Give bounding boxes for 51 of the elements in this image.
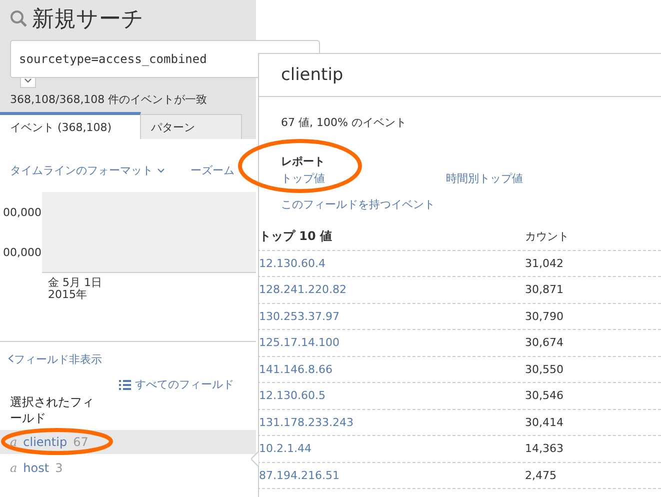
hide-fields-link[interactable]: フィールド非表示 (0, 352, 256, 367)
field-count: 67 (73, 435, 88, 449)
list-icon (119, 380, 131, 390)
timeline-format-link[interactable]: タイムラインのフォーマット (10, 163, 164, 178)
report-link[interactable]: このフィールドを持つイベント (281, 197, 446, 212)
table-cell-text: 30,871 (525, 283, 564, 296)
all-fields-link[interactable]: すべてのフィールド (135, 377, 234, 392)
search-icon (10, 10, 28, 28)
value-link[interactable]: 130.253.37.97 (259, 310, 525, 323)
table-cell-text: 30,550 (525, 362, 564, 376)
year-label: 2015年 (48, 289, 88, 301)
column-header: カウント (525, 229, 570, 244)
event-count: 368,108/368,108 件のイベントが一致 (10, 92, 208, 107)
table-cell-text: 30,546 (525, 389, 564, 402)
table-cell-text: 14,363 (525, 442, 564, 456)
report-link[interactable]: 時間別トップ値 (446, 171, 661, 186)
table-cell-text: 31,042 (525, 256, 564, 270)
value-link[interactable]: 10.2.1.44 (259, 442, 525, 456)
field-name: clientip (23, 435, 68, 449)
tab[interactable]: パターン (141, 114, 242, 139)
popup-title: clientip (259, 54, 661, 97)
reports-heading: レポート (281, 154, 326, 169)
field-type: a (10, 435, 18, 449)
zoom-link[interactable]: ーズーム (190, 163, 234, 178)
value-link[interactable]: 12.130.60.5 (259, 389, 525, 402)
caret-icon (156, 168, 164, 174)
section-heading: 選択されたフィールド (9, 394, 95, 426)
field-count: 3 (55, 461, 63, 475)
field-summary: 67 値, 100% のイベント (281, 115, 408, 130)
table-cell-text: 30,790 (525, 310, 564, 323)
value-link[interactable]: 125.17.14.100 (259, 336, 525, 350)
table-cell-text: 30,414 (525, 416, 564, 429)
report-link[interactable]: トップ値 (281, 171, 446, 186)
axis-label: 00,000 (2, 246, 42, 258)
field-name: host (23, 461, 50, 475)
chevron-left-icon (8, 354, 14, 363)
caret-icon (24, 78, 32, 84)
value-link[interactable]: 87.194.216.51 (259, 468, 525, 482)
expand-button[interactable] (20, 78, 36, 88)
table-cell-text: 30,674 (525, 336, 564, 350)
value-link[interactable]: 128.241.220.82 (259, 283, 525, 296)
field-type: a (10, 461, 18, 475)
axis-label: 00,000 (2, 206, 42, 218)
page-title: 新規サーチ (32, 6, 144, 34)
column-header: トップ 10 値 (259, 228, 334, 246)
value-link[interactable]: 12.130.60.4 (259, 256, 525, 270)
value-link[interactable]: 141.146.8.66 (259, 362, 525, 376)
date-label: 金 5月 1日 (48, 277, 103, 289)
value-link[interactable]: 131.178.233.243 (259, 416, 525, 429)
tab[interactable]: イベント (368,108) (0, 112, 141, 139)
table-cell-text: 2,475 (525, 468, 558, 482)
